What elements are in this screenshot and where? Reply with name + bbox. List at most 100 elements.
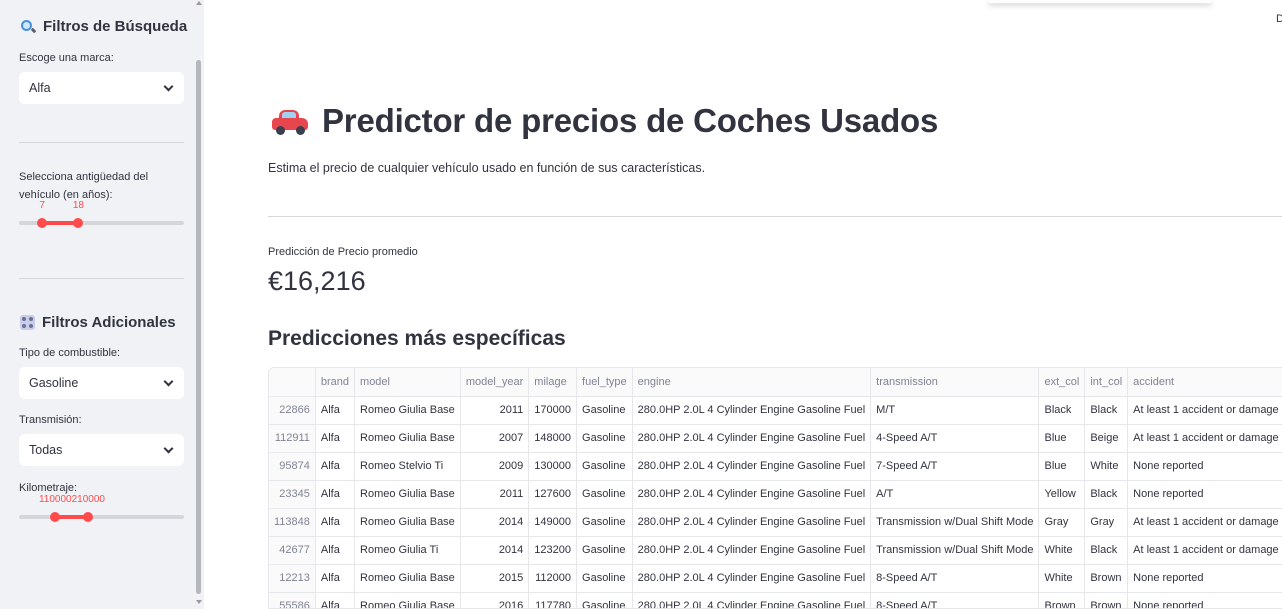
scroll-up-icon[interactable] bbox=[196, 1, 202, 5]
table-cell[interactable]: Gasoline bbox=[576, 452, 633, 481]
column-header[interactable]: accident bbox=[1127, 368, 1282, 397]
table-cell[interactable]: Transmission w/Dual Shift Mode bbox=[870, 508, 1040, 537]
table-cell[interactable]: 2014 bbox=[460, 536, 530, 565]
table-row[interactable]: 12213 Alfa Romeo Giulia Base 2015 112000 Gaso… bbox=[269, 564, 1282, 593]
table-cell[interactable]: 2016 bbox=[460, 592, 530, 608]
table-cell[interactable]: None reported bbox=[1127, 452, 1282, 481]
scrollbar-thumb[interactable] bbox=[196, 60, 201, 594]
table-cell[interactable]: 149000 bbox=[528, 508, 578, 537]
table-cell[interactable]: Brown bbox=[1084, 592, 1129, 608]
table-cell[interactable]: Black bbox=[1084, 396, 1129, 425]
row-index-cell[interactable]: 12213 bbox=[269, 564, 316, 593]
table-cell[interactable]: Gasoline bbox=[576, 396, 633, 425]
sidebar-scrollbar[interactable] bbox=[195, 0, 204, 609]
table-cell[interactable]: 7-Speed A/T bbox=[870, 452, 1040, 481]
table-cell[interactable]: Alfa bbox=[315, 452, 356, 481]
table-cell[interactable]: 2007 bbox=[460, 424, 530, 453]
scroll-down-icon[interactable] bbox=[196, 600, 202, 604]
row-index-cell[interactable]: 112911 bbox=[269, 424, 316, 453]
table-row[interactable]: 22866 Alfa Romeo Giulia Base 2011 170000 Gaso… bbox=[269, 396, 1282, 425]
table-cell[interactable]: 8-Speed A/T bbox=[870, 592, 1040, 608]
table-cell[interactable]: None reported bbox=[1127, 564, 1282, 593]
table-cell[interactable]: Black bbox=[1084, 536, 1129, 565]
table-cell[interactable]: 130000 bbox=[528, 452, 578, 481]
table-cell[interactable]: White bbox=[1038, 564, 1086, 593]
table-cell[interactable]: None reported bbox=[1127, 480, 1282, 509]
table-row[interactable]: 95874 Alfa Romeo Stelvio Ti 2009 130000 Gasol… bbox=[269, 452, 1282, 481]
table-cell[interactable]: Romeo Stelvio Ti bbox=[354, 452, 461, 481]
row-index-cell[interactable]: 55586 bbox=[269, 592, 316, 608]
table-row[interactable]: 113848 Alfa Romeo Giulia Base 2014 149000 Gas… bbox=[269, 508, 1282, 537]
table-cell[interactable]: Romeo Giulia Base bbox=[354, 508, 461, 537]
age-range-slider[interactable]: 7 18 bbox=[19, 200, 184, 230]
column-header[interactable]: milage bbox=[528, 368, 578, 397]
table-row[interactable]: 23345 Alfa Romeo Giulia Base 2011 127600 Gaso… bbox=[269, 480, 1282, 509]
slider-thumb-min[interactable] bbox=[50, 512, 61, 522]
table-cell[interactable]: 280.0HP 2.0L 4 Cylinder Engine Gasoline … bbox=[632, 508, 872, 537]
table-cell[interactable]: At least 1 accident or damage reported bbox=[1127, 424, 1282, 453]
table-cell[interactable]: Yellow bbox=[1038, 480, 1086, 509]
column-header[interactable]: int_col bbox=[1084, 368, 1129, 397]
table-row[interactable]: 55586 Alfa Romeo Giulia Base 2016 117780 Gaso… bbox=[269, 592, 1282, 608]
table-cell[interactable]: 170000 bbox=[528, 396, 578, 425]
table-cell[interactable]: Alfa bbox=[315, 536, 356, 565]
table-cell[interactable]: Transmission w/Dual Shift Mode bbox=[870, 536, 1040, 565]
table-cell[interactable]: 8-Speed A/T bbox=[870, 564, 1040, 593]
table-cell[interactable]: Gasoline bbox=[576, 424, 633, 453]
table-cell[interactable]: 2015 bbox=[460, 564, 530, 593]
table-cell[interactable]: Black bbox=[1038, 396, 1086, 425]
table-cell[interactable]: 112000 bbox=[528, 564, 578, 593]
table-cell[interactable]: Alfa bbox=[315, 564, 356, 593]
table-cell[interactable]: M/T bbox=[870, 396, 1040, 425]
column-header[interactable]: engine bbox=[632, 368, 872, 397]
table-cell[interactable]: Romeo Giulia Base bbox=[354, 424, 461, 453]
predictions-table[interactable]: brand model model_year milage fuel_type engin… bbox=[268, 367, 1282, 609]
brand-select[interactable]: Alfa bbox=[19, 72, 184, 104]
row-index-cell[interactable]: 22866 bbox=[269, 396, 316, 425]
column-header[interactable]: fuel_type bbox=[576, 368, 633, 397]
table-cell[interactable]: Romeo Giulia Base bbox=[354, 396, 461, 425]
table-cell[interactable]: Gasoline bbox=[576, 508, 633, 537]
table-cell[interactable]: Gray bbox=[1038, 508, 1086, 537]
table-cell[interactable]: Romeo Giulia Base bbox=[354, 564, 461, 593]
table-cell[interactable]: Alfa bbox=[315, 592, 356, 608]
table-cell[interactable]: 4-Speed A/T bbox=[870, 424, 1040, 453]
table-cell[interactable]: At least 1 accident or damage reported bbox=[1127, 396, 1282, 425]
table-cell[interactable]: Blue bbox=[1038, 424, 1086, 453]
table-cell[interactable]: None reported bbox=[1127, 592, 1282, 608]
table-cell[interactable]: Romeo Giulia Base bbox=[354, 592, 461, 608]
slider-thumb-min[interactable] bbox=[37, 218, 48, 228]
table-cell[interactable]: 117780 bbox=[528, 592, 578, 608]
slider-thumb-max[interactable] bbox=[73, 218, 84, 228]
table-cell[interactable]: White bbox=[1084, 452, 1129, 481]
table-cell[interactable]: Alfa bbox=[315, 424, 356, 453]
table-cell[interactable]: 280.0HP 2.0L 4 Cylinder Engine Gasoline … bbox=[632, 536, 872, 565]
transmission-select[interactable]: Todas bbox=[19, 434, 184, 466]
slider-thumb-max[interactable] bbox=[83, 512, 94, 522]
table-cell[interactable]: At least 1 accident or damage reported bbox=[1127, 536, 1282, 565]
table-cell[interactable]: Brown bbox=[1084, 564, 1129, 593]
table-cell[interactable]: 280.0HP 2.0L 4 Cylinder Engine Gasoline … bbox=[632, 396, 872, 425]
table-cell[interactable]: 123200 bbox=[528, 536, 578, 565]
table-cell[interactable]: Alfa bbox=[315, 396, 356, 425]
table-cell[interactable]: Gasoline bbox=[576, 564, 633, 593]
row-index-cell[interactable]: 113848 bbox=[269, 508, 316, 537]
table-cell[interactable]: 280.0HP 2.0L 4 Cylinder Engine Gasoline … bbox=[632, 424, 872, 453]
table-cell[interactable]: Gasoline bbox=[576, 592, 633, 608]
table-cell[interactable]: 2011 bbox=[460, 480, 530, 509]
table-cell[interactable]: Alfa bbox=[315, 480, 356, 509]
table-cell[interactable]: 2009 bbox=[460, 452, 530, 481]
table-cell[interactable]: At least 1 accident or damage reported bbox=[1127, 508, 1282, 537]
table-cell[interactable]: 148000 bbox=[528, 424, 578, 453]
table-cell[interactable]: Alfa bbox=[315, 508, 356, 537]
table-cell[interactable]: Gray bbox=[1084, 508, 1129, 537]
table-cell[interactable]: 280.0HP 2.0L 4 Cylinder Engine Gasoline … bbox=[632, 592, 872, 608]
table-cell[interactable]: A/T bbox=[870, 480, 1040, 509]
table-cell[interactable]: Beige bbox=[1084, 424, 1129, 453]
column-header[interactable]: model_year bbox=[460, 368, 530, 397]
table-cell[interactable]: 127600 bbox=[528, 480, 578, 509]
table-cell[interactable]: 280.0HP 2.0L 4 Cylinder Engine Gasoline … bbox=[632, 480, 872, 509]
table-cell[interactable]: White bbox=[1038, 536, 1086, 565]
table-cell[interactable]: Romeo Giulia Ti bbox=[354, 536, 461, 565]
table-cell[interactable]: 2011 bbox=[460, 396, 530, 425]
